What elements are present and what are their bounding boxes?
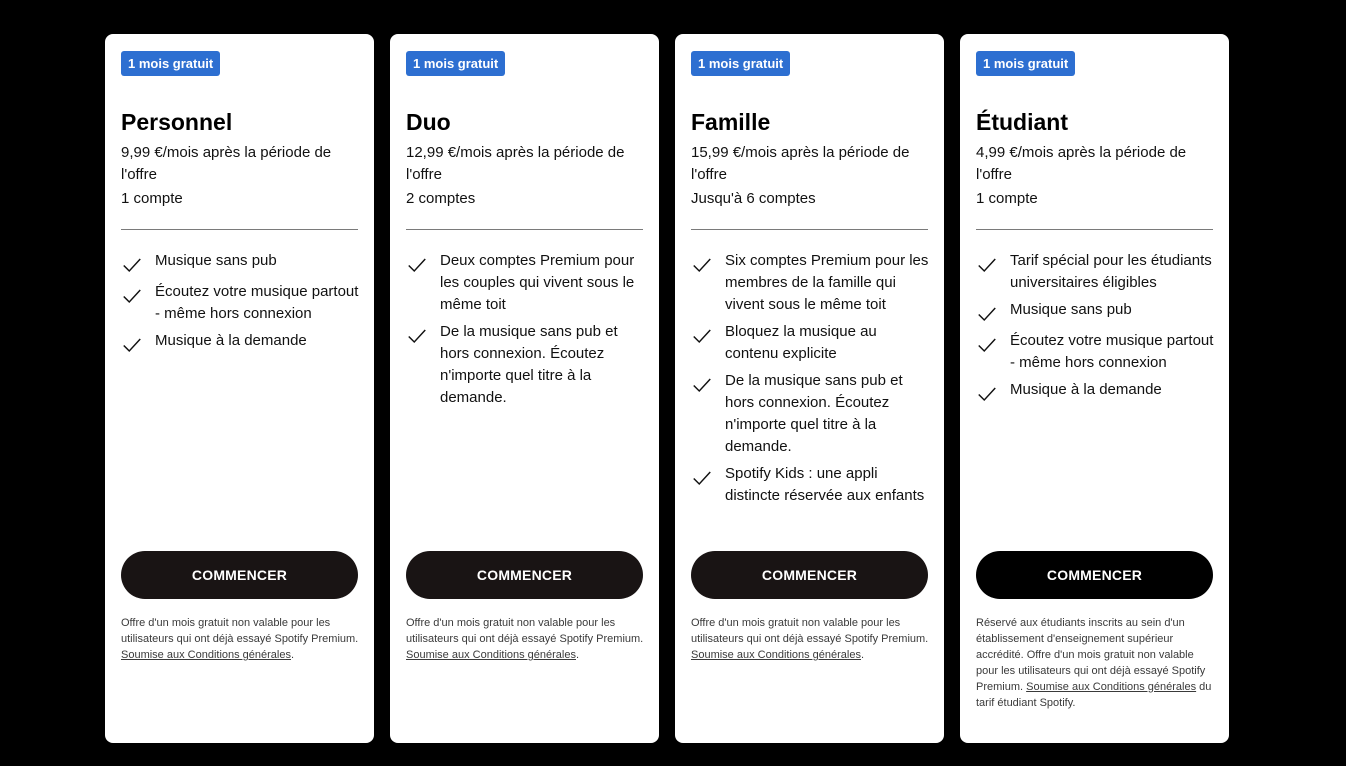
check-icon (121, 285, 143, 307)
feature-text: Musique sans pub (1010, 301, 1132, 318)
plan-cards: 1 mois gratuit Personnel 9,99 €/mois apr… (105, 34, 1229, 743)
feature-item: Deux comptes Premium pour les couples qu… (406, 250, 645, 316)
feature-text: Tarif spécial pour les étudiants univers… (1010, 252, 1212, 291)
feature-list: Six comptes Premium pour les membres de … (691, 250, 930, 512)
plan-card: 1 mois gratuit Duo 12,99 €/mois après la… (390, 34, 659, 743)
feature-text: De la musique sans pub et hors connexion… (440, 323, 618, 406)
start-button[interactable]: COMMENCER (121, 551, 358, 599)
terms-link[interactable]: Soumise aux Conditions générales (121, 649, 291, 661)
divider (121, 229, 358, 230)
divider (976, 229, 1213, 230)
feature-item: Musique sans pub (121, 250, 360, 276)
divider (406, 229, 643, 230)
plan-card: 1 mois gratuit Famille 15,99 €/mois aprè… (675, 34, 944, 743)
terms-fineprint: Offre d'un mois gratuit non valable pour… (406, 615, 645, 663)
check-icon (976, 334, 998, 356)
plan-name: Duo (406, 109, 451, 135)
feature-item: De la musique sans pub et hors connexion… (406, 321, 645, 409)
free-month-badge: 1 mois gratuit (121, 51, 221, 76)
terms-fineprint: Offre d'un mois gratuit non valable pour… (691, 615, 930, 663)
fineprint-suffix: . (861, 649, 865, 661)
check-icon (691, 374, 713, 396)
check-icon (691, 467, 713, 489)
feature-item: De la musique sans pub et hors connexion… (691, 370, 930, 458)
free-month-badge: 1 mois gratuit (691, 51, 791, 76)
plan-accounts: 2 comptes (406, 190, 476, 207)
start-button[interactable]: COMMENCER (406, 551, 643, 599)
check-icon (976, 254, 998, 276)
plan-price: 4,99 €/mois après la période de l'offre (976, 144, 1187, 183)
free-month-badge: 1 mois gratuit (976, 51, 1076, 76)
feature-list: Deux comptes Premium pour les couples qu… (406, 250, 645, 414)
fineprint-text: Offre d'un mois gratuit non valable pour… (121, 617, 359, 645)
feature-text: Écoutez votre musique partout - même hor… (1010, 332, 1214, 371)
plan-price: 12,99 €/mois après la période de l'offre (406, 144, 625, 183)
start-button[interactable]: COMMENCER (691, 551, 928, 599)
plan-accounts: Jusqu'à 6 comptes (691, 190, 816, 207)
feature-text: Spotify Kids : une appli distincte réser… (725, 465, 925, 504)
check-icon (121, 254, 143, 276)
feature-list: Tarif spécial pour les étudiants univers… (976, 250, 1215, 410)
check-icon (691, 325, 713, 347)
terms-link[interactable]: Soumise aux Conditions générales (691, 649, 861, 661)
check-icon (691, 254, 713, 276)
plan-name: Personnel (121, 109, 233, 135)
terms-fineprint: Offre d'un mois gratuit non valable pour… (121, 615, 360, 663)
feature-text: Six comptes Premium pour les membres de … (725, 252, 929, 313)
terms-link[interactable]: Soumise aux Conditions générales (406, 649, 576, 661)
feature-text: Musique à la demande (1010, 381, 1162, 398)
feature-item: Écoutez votre musique partout - même hor… (976, 330, 1215, 374)
feature-text: Musique à la demande (155, 332, 307, 349)
feature-item: Musique à la demande (121, 330, 360, 356)
check-icon (976, 383, 998, 405)
check-icon (976, 303, 998, 325)
free-month-badge: 1 mois gratuit (406, 51, 506, 76)
check-icon (406, 325, 428, 347)
feature-text: Musique sans pub (155, 252, 277, 269)
terms-fineprint: Réservé aux étudiants inscrits au sein d… (976, 615, 1215, 711)
feature-item: Tarif spécial pour les étudiants univers… (976, 250, 1215, 294)
plan-name: Étudiant (976, 109, 1068, 135)
fineprint-suffix: . (576, 649, 580, 661)
plan-price: 9,99 €/mois après la période de l'offre (121, 144, 332, 183)
feature-item: Écoutez votre musique partout - même hor… (121, 281, 360, 325)
plan-accounts: 1 compte (121, 190, 183, 207)
check-icon (121, 334, 143, 356)
plan-price: 15,99 €/mois après la période de l'offre (691, 144, 910, 183)
feature-item: Spotify Kids : une appli distincte réser… (691, 463, 930, 507)
plan-card: 1 mois gratuit Étudiant 4,99 €/mois aprè… (960, 34, 1229, 743)
feature-text: Deux comptes Premium pour les couples qu… (440, 252, 635, 313)
fineprint-text: Offre d'un mois gratuit non valable pour… (691, 617, 929, 645)
feature-text: Bloquez la musique au contenu explicite (725, 323, 877, 362)
check-icon (406, 254, 428, 276)
feature-item: Bloquez la musique au contenu explicite (691, 321, 930, 365)
plan-name: Famille (691, 109, 771, 135)
start-button[interactable]: COMMENCER (976, 551, 1213, 599)
feature-text: De la musique sans pub et hors connexion… (725, 372, 903, 455)
terms-link[interactable]: Soumise aux Conditions générales (1026, 681, 1196, 693)
feature-item: Musique sans pub (976, 299, 1215, 325)
fineprint-text: Offre d'un mois gratuit non valable pour… (406, 617, 644, 645)
feature-item: Musique à la demande (976, 379, 1215, 405)
fineprint-suffix: . (291, 649, 295, 661)
feature-text: Écoutez votre musique partout - même hor… (155, 283, 359, 322)
feature-list: Musique sans pub Écoutez votre musique p… (121, 250, 360, 361)
feature-item: Six comptes Premium pour les membres de … (691, 250, 930, 316)
divider (691, 229, 928, 230)
plan-card: 1 mois gratuit Personnel 9,99 €/mois apr… (105, 34, 374, 743)
plan-accounts: 1 compte (976, 190, 1038, 207)
